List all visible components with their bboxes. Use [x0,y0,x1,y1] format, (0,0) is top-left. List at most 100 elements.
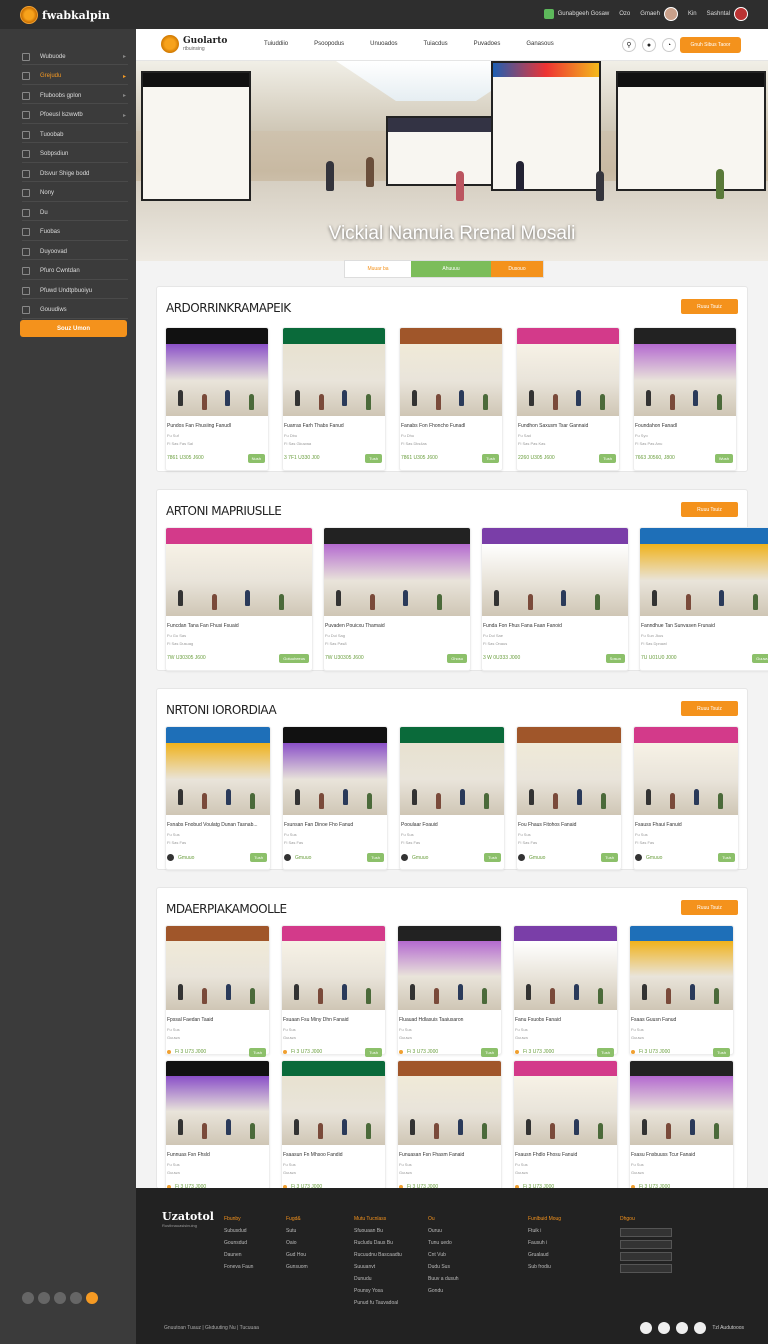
product-card[interactable]: Fanu Fsuobs Fanaid Fu Sus Guuwa Fi 3 U73 J0… [513,925,618,1057]
sidebar-item[interactable]: Ftuboobs gplon ▸ [22,88,128,104]
product-image[interactable] [400,727,504,815]
product-action-button[interactable]: Tush [484,853,501,862]
social-icon[interactable] [658,1322,671,1334]
sidebar-item[interactable]: Wubuode ▸ [22,49,128,65]
product-card[interactable]: Fsunsan Fan Dinoe Fho Fanud Fu Sus Fi Sas … [282,726,388,870]
footer-link[interactable]: Gounsdud [224,1237,253,1249]
product-image[interactable] [166,727,270,815]
product-card[interactable]: Foundahon Fanadl Fu Syo Fi Sas Pas Anu 7663… [633,327,737,471]
product-card[interactable]: Fsasu Fnsbuuss Tcur Fanaid Fu Sus Guuwa Fi … [629,1060,734,1188]
product-card[interactable]: Fsnabs Fnobud Voulatg Dunan Tasnab... Fu … [165,726,271,870]
nav-item[interactable]: Psoopodus [314,41,344,47]
sidebar-item[interactable]: Pfuro Cwntdan [22,264,128,280]
product-card[interactable]: Fluauad Hdlasuis Taaiusaron Fu Sus Guuwa Fi… [397,925,502,1057]
top-item-3[interactable]: Gmaeh [640,7,678,21]
filter-label[interactable]: Muuar ba [345,266,411,272]
sidebar-item[interactable]: Duyoovad [22,244,128,260]
top-item-1[interactable]: Gunabgeeh Gosaw [543,9,609,19]
product-action-button[interactable]: Tush [365,1048,382,1057]
product-card[interactable]: Fsauss Fhaui Fanuid Fu Sus Fi Sas Fas Gmuuo… [633,726,739,870]
product-card[interactable]: Fpssal Faedan Taaid Fu Sus Guuwa Fi 3 U73 J… [165,925,270,1057]
product-image[interactable] [640,528,768,616]
nav-item[interactable]: Tuiacdus [424,41,448,47]
sidebar-item[interactable]: Pfuwd Undtpbuoiyu [22,283,128,299]
circle-icon[interactable] [22,1292,34,1304]
sidebar-item[interactable]: Pfoeusl lszwwtb ▸ [22,108,128,124]
product-image[interactable] [514,1061,617,1145]
product-action-button[interactable]: Tush [599,454,616,463]
sidebar-item[interactable]: Sobpsdiun [22,147,128,163]
product-card[interactable]: Fuarras Farh Thabs Fanud Fu Dbu Fi Sas Gku… [282,327,386,471]
product-card[interactable]: Fou Fhaus Fitohos Fanaid Fu Sus Fi Sas Fas… [516,726,622,870]
footer-link[interactable]: Buuv a dusuh [428,1273,459,1285]
product-image[interactable] [482,528,628,616]
filter-option-orange[interactable]: Dusouo [491,261,543,277]
product-card[interactable]: Funda Fon Fhus Fana Faan Fanoid Fu Dui Sa… [481,527,629,671]
footer-link[interactable]: Sub frodiu [528,1261,561,1273]
footer-link[interactable]: Sfuouaan Bu [354,1225,402,1237]
footer-logo[interactable]: Uzatotol Rustbnauasisinuing [162,1210,214,1228]
footer-link[interactable]: Foneva Faun [224,1261,253,1273]
footer-link[interactable]: Pounsy Yosa [354,1285,402,1297]
footer-input[interactable] [620,1252,672,1261]
product-action-button[interactable]: Sosun [605,654,625,663]
social-icon[interactable] [640,1322,653,1334]
circle-icon[interactable] [70,1292,82,1304]
filter-option-green[interactable]: Ahuuuu [411,261,491,277]
product-action-button[interactable]: Tush [367,853,384,862]
product-image[interactable] [282,1061,385,1145]
product-card[interactable]: Fundhon Saxusm Tsar Gannaid Fu Sad Fi Sas … [516,327,620,471]
footer-link[interactable]: Suuuanvt [354,1261,402,1273]
product-image[interactable] [166,328,268,416]
product-image[interactable] [166,1061,269,1145]
view-all-button[interactable]: Ruuu Tsuiz [681,900,738,915]
footer-link[interactable]: Tunu uedo [428,1237,459,1249]
product-card[interactable]: Funcdan Tana Fan Fhusi Fsuaid Fu Gu Sas Fi… [165,527,313,671]
product-image[interactable] [514,926,617,1010]
sidebar-item[interactable]: Tuoobab [22,127,128,143]
footer-link[interactable]: Dunudu [354,1273,402,1285]
product-image[interactable] [283,727,387,815]
top-item-4[interactable]: Kin [688,11,697,17]
user-icon[interactable]: ◔ [662,38,676,52]
footer-link[interactable]: Rucludu Daus Bu [354,1237,402,1249]
footer-link[interactable]: Daunen [224,1249,253,1261]
search-icon[interactable]: ⚲ [622,38,636,52]
product-card[interactable]: Puvaden Pouicxu Thamaid Fu Dui Sag Fi Sas … [323,527,471,671]
social-icon[interactable] [676,1322,689,1334]
product-action-button[interactable]: Tush [249,1048,266,1057]
product-image[interactable] [630,926,733,1010]
footer-link[interactable]: Gud Hou [286,1249,308,1261]
footer-input[interactable] [620,1264,672,1273]
product-action-button[interactable]: Tush [718,853,735,862]
footer-link[interactable]: Gunsuom [286,1261,308,1273]
footer-link[interactable]: Punud fu Tauvadoal [354,1297,402,1309]
circle-icon[interactable] [86,1292,98,1304]
product-card[interactable]: Funnuas Fsn Fhsld Fu Sus Guuwa Fi 3 U73 J00… [165,1060,270,1188]
footer-link[interactable]: Rucuudnu Bascaadtu [354,1249,402,1261]
product-action-button[interactable]: Tush [482,454,499,463]
product-card[interactable]: Fsaasun Fn Mhsoo Fandid Fu Sus Guuwa Fi 3 U… [281,1060,386,1188]
product-image[interactable] [166,926,269,1010]
footer-link[interactable]: Gondu [428,1285,459,1297]
product-image[interactable] [634,328,736,416]
product-image[interactable] [634,727,738,815]
product-card[interactable]: Fanndhue Tan Sunvasen Frunaid Fu Sun Jkus… [639,527,768,671]
product-action-button[interactable]: Tush [365,454,382,463]
product-action-button[interactable]: Nush [247,454,265,463]
product-card[interactable]: Fsuaan Fsu Miny Dhn Fanaid Fu Sus Guuwa Fi … [281,925,386,1057]
product-image[interactable] [517,727,621,815]
product-image[interactable] [400,328,502,416]
product-card[interactable]: Fanabs Fon Fhoncho Funadl Fu Dhu Fi Sas Dk… [399,327,503,471]
footer-link[interactable]: Cnt Vub [428,1249,459,1261]
product-action-button[interactable]: Tush [250,853,267,862]
product-action-button[interactable]: Gotuuheeus [279,654,309,663]
footer-input[interactable] [620,1228,672,1237]
view-all-button[interactable]: Ruuu Tsuiz [681,502,738,517]
product-action-button[interactable]: Tush [601,853,618,862]
product-image[interactable] [283,328,385,416]
bell-icon[interactable]: ● [642,38,656,52]
footer-link[interactable]: Oaio [286,1237,308,1249]
sidebar-action-button[interactable]: Souz Umon [20,320,127,337]
product-card[interactable]: Pundos Fan Fhusiing Fanudl Fu Suf Fi Sas F… [165,327,269,471]
